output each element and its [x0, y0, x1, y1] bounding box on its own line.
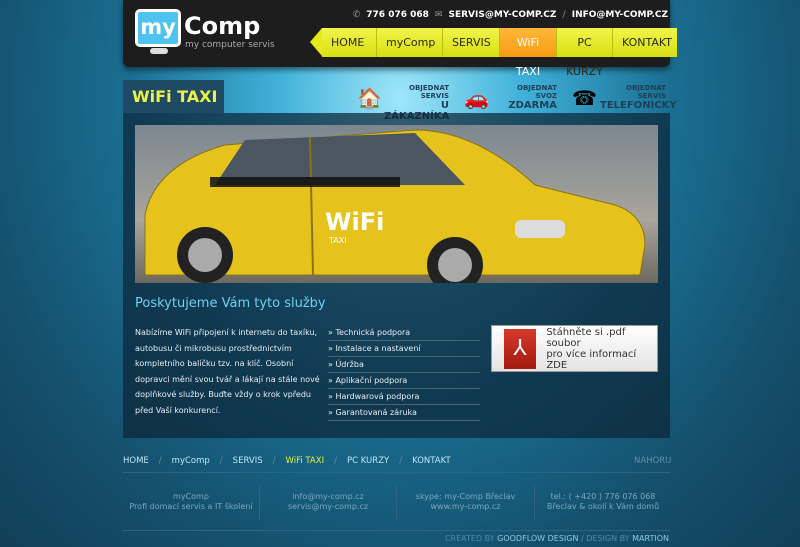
footer-link-kontakt[interactable]: KONTAKT [412, 456, 451, 466]
telephone-icon: ☎ [572, 86, 597, 110]
pdf-label: Stáhněte si .pdf soubor pro více informac… [546, 326, 637, 371]
nav-mycomp[interactable]: myComp [377, 28, 443, 57]
hero-image-taxi: WiFi TAXI [135, 125, 658, 283]
pdf-download-button[interactable]: ⅄ Stáhněte si .pdf soubor pro více inform… [491, 325, 658, 372]
nav-arrow [310, 28, 322, 56]
footer-col-email: info@my-comp.cz servis@my-comp.cz [287, 492, 369, 511]
credit-martion-link[interactable]: MARTION [632, 534, 669, 543]
separator: / [399, 456, 403, 466]
logo-my: my [140, 15, 176, 39]
taxi-sign-sub: TAXI [328, 236, 347, 245]
back-to-top-link[interactable]: NAHORU [634, 456, 671, 466]
divider [123, 530, 670, 531]
order-pickup[interactable]: OBJEDNAT SVOZ ZDARMA [494, 84, 557, 111]
separator: / [219, 456, 223, 466]
footer-link-home[interactable]: HOME [123, 456, 149, 466]
page-title: WiFi TAXI [123, 80, 224, 113]
logo[interactable]: my [135, 9, 181, 47]
nav-pc-kurzy[interactable]: PC KURZY [557, 28, 613, 78]
car-icon: 🚗 [464, 86, 489, 110]
order-phone[interactable]: OBJEDNAT SERVIS TELEFONICKY [600, 84, 677, 111]
list-item[interactable]: » Aplikační podpora [328, 373, 480, 389]
footer-col-skype: skype: my-Comp Břeclav www.my-comp.cz [415, 492, 516, 511]
phone: 776 076 068 [366, 10, 429, 20]
list-item[interactable]: » Instalace a nastavení [328, 341, 480, 357]
email-servis[interactable]: SERVIS@MY-COMP.CZ [448, 10, 556, 20]
nav-wifi-taxi[interactable]: WiFi TAXI [500, 28, 557, 78]
separator: / [272, 456, 276, 466]
credits: CREATED BY GOODFLOW DESIGN / DESIGN BY M… [444, 534, 669, 543]
list-item[interactable]: » Technická podpora [328, 325, 480, 341]
services-list: » Technická podpora » Instalace a nastav… [328, 325, 480, 421]
credit-goodflow-link[interactable]: GOODFLOW DESIGN [497, 534, 578, 543]
footer-col-company: myComp Profi domací servis a IT školení [129, 492, 253, 511]
list-item[interactable]: » Údržba [328, 357, 480, 373]
footer-link-servis[interactable]: SERVIS [233, 456, 263, 466]
list-item[interactable]: » Garantovaná záruka [328, 405, 480, 421]
services-heading: Poskytujeme Vám tyto služby [135, 296, 326, 311]
nav-home[interactable]: HOME [322, 28, 377, 57]
main-nav: HOME myComp SERVIS WiFi TAXI PC KURZY KO… [310, 28, 677, 78]
separator: / [562, 10, 566, 20]
nav-kontakt[interactable]: KONTAKT [613, 28, 677, 57]
list-item[interactable]: » Hardwarová podpora [328, 389, 480, 405]
nav-servis[interactable]: SERVIS [443, 28, 500, 57]
footer-link-mycomp[interactable]: myComp [172, 456, 210, 466]
contact-bar: ✆ 776 076 068 ✉ SERVIS@MY-COMP.CZ / INFO… [353, 10, 668, 20]
pdf-icon: ⅄ [504, 328, 537, 369]
mail-icon: ✉ [434, 10, 443, 20]
logo-stand [150, 48, 168, 54]
separator: / [158, 456, 162, 466]
taxi-sign: WiFi [325, 208, 384, 236]
divider [123, 472, 670, 473]
footer-link-pc-kurzy[interactable]: PC KURZY [347, 456, 389, 466]
logo-comp[interactable]: Comp [184, 12, 260, 40]
footer-link-wifi-taxi[interactable]: WiFi TAXI [285, 456, 324, 466]
footer-col-phone: tel.: ( +420 ) 776 076 068 Břeclav & okol… [546, 492, 660, 511]
separator: / [334, 456, 337, 466]
phone-icon: ✆ [352, 10, 361, 20]
footer-nav: HOME / myComp / SERVIS / WiFi TAXI / PC KURZ… [123, 456, 451, 466]
services-description: Nabízíme WiFi připojení k internetu do t… [135, 328, 320, 415]
logo-tagline: my computer servis [185, 40, 275, 50]
email-info[interactable]: INFO@MY-COMP.CZ [572, 10, 668, 20]
house-icon: 🏠 [357, 86, 382, 110]
